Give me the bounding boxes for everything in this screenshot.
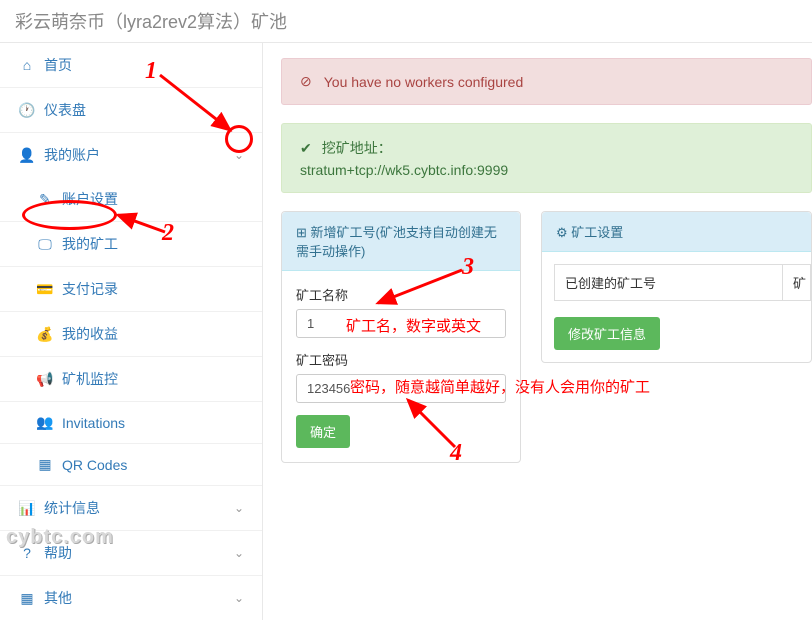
chevron-down-icon: ⌄ [234, 148, 244, 162]
panel-worker-settings-wrap: ⚙ 矿工设置 已创建的矿工号 矿 修改矿工信息 [541, 211, 812, 478]
page-title: 彩云萌奈币（lyra2rev2算法）矿池 [0, 0, 812, 43]
panel-title: 新增矿工号(矿池支持自动创建无需手动操作) [296, 225, 497, 259]
home-icon: ⌂ [18, 57, 36, 73]
chevron-down-icon: ⌄ [234, 501, 244, 515]
col-short: 矿 [783, 264, 811, 301]
nav-label: Invitations [62, 415, 125, 431]
alert-text: You have no workers configured [324, 74, 524, 90]
plus-icon: ⊞ [296, 225, 307, 240]
panel-body: 已创建的矿工号 矿 修改矿工信息 [542, 252, 811, 362]
qr-icon: ▦ [36, 456, 54, 473]
chart-icon: 📊 [18, 500, 36, 517]
mining-addr-value: stratum+tcp://wk5.cybtc.info:9999 [300, 162, 508, 178]
chevron-down-icon: ⌄ [234, 546, 244, 560]
nav-invitations[interactable]: 👥 Invitations [0, 401, 262, 443]
worker-pwd-input[interactable] [296, 374, 506, 403]
nav-my-earnings[interactable]: 💰 我的收益 [0, 311, 262, 356]
panel-heading: ⊞ 新增矿工号(矿池支持自动创建无需手动操作) [282, 212, 520, 271]
panel-heading: ⚙ 矿工设置 [542, 212, 811, 252]
panel-worker-settings: ⚙ 矿工设置 已创建的矿工号 矿 修改矿工信息 [541, 211, 812, 363]
nav-label: 我的矿工 [62, 234, 118, 254]
modify-worker-button[interactable]: 修改矿工信息 [554, 317, 660, 350]
nav-label: 仪表盘 [44, 100, 86, 120]
card-icon: 💳 [36, 281, 54, 298]
nav-label: 矿机监控 [62, 369, 118, 389]
check-icon: ✔ [300, 140, 312, 157]
panel-create-worker: ⊞ 新增矿工号(矿池支持自动创建无需手动操作) 矿工名称 矿工密码 确定 [281, 211, 521, 463]
megaphone-icon: 📢 [36, 371, 54, 388]
nav-my-miners[interactable]: 🖵 我的矿工 [0, 221, 262, 266]
nav-qr-codes[interactable]: ▦ QR Codes [0, 443, 262, 485]
submit-button[interactable]: 确定 [296, 415, 350, 448]
worker-name-input[interactable] [296, 309, 506, 338]
chevron-down-icon: ⌄ [234, 591, 244, 605]
panel-body: 矿工名称 矿工密码 确定 [282, 271, 520, 462]
money-icon: 💰 [36, 326, 54, 343]
nav-pay-records[interactable]: 💳 支付记录 [0, 266, 262, 311]
nav-account-settings[interactable]: ✎ 账户设置 [0, 177, 262, 221]
monitor-icon: 🖵 [36, 236, 54, 253]
nav-my-account[interactable]: 👤 我的账户 ⌄ [0, 132, 262, 177]
group-icon: 👥 [36, 414, 54, 431]
watermark: cybtc.com [6, 526, 114, 549]
nav-label: QR Codes [62, 457, 127, 473]
mining-addr-label: 挖矿地址： [322, 138, 392, 158]
panel-title: 矿工设置 [571, 225, 623, 240]
nav-stats[interactable]: 📊 统计信息 ⌄ [0, 485, 262, 530]
alert-mining-address: ✔ 挖矿地址： stratum+tcp://wk5.cybtc.info:999… [281, 123, 812, 193]
nav-label: 我的账户 [44, 145, 100, 165]
main-layout: ⌂ 首页 🕐 仪表盘 👤 我的账户 ⌄ ✎ 账户设置 🖵 我的矿工 💳 支付记录 [0, 43, 812, 620]
nav-label: 支付记录 [62, 279, 118, 299]
main-content: ⊘ You have no workers configured ✔ 挖矿地址：… [263, 43, 812, 620]
grid-icon: ▦ [18, 590, 36, 607]
dashboard-icon: 🕐 [18, 102, 36, 119]
worker-pwd-label: 矿工密码 [296, 350, 506, 369]
nav-other[interactable]: ▦ 其他 ⌄ [0, 575, 262, 620]
user-icon: 👤 [18, 147, 36, 164]
gear-icon: ⚙ [556, 225, 568, 240]
edit-icon: ✎ [36, 191, 54, 208]
nav-label: 账户设置 [62, 189, 118, 209]
nav-home[interactable]: ⌂ 首页 [0, 43, 262, 87]
worker-name-label: 矿工名称 [296, 285, 506, 304]
nav-label: 首页 [44, 55, 72, 75]
alert-no-workers: ⊘ You have no workers configured [281, 58, 812, 105]
nav-label: 其他 [44, 588, 72, 608]
col-created-workers: 已创建的矿工号 [554, 264, 783, 301]
panels-row: ⊞ 新增矿工号(矿池支持自动创建无需手动操作) 矿工名称 矿工密码 确定 ⚙ 矿… [281, 211, 812, 478]
nav-label: 统计信息 [44, 498, 100, 518]
error-icon: ⊘ [300, 73, 312, 90]
nav-dashboard[interactable]: 🕐 仪表盘 [0, 87, 262, 132]
nav-miner-monitor[interactable]: 📢 矿机监控 [0, 356, 262, 401]
nav-label: 我的收益 [62, 324, 118, 344]
